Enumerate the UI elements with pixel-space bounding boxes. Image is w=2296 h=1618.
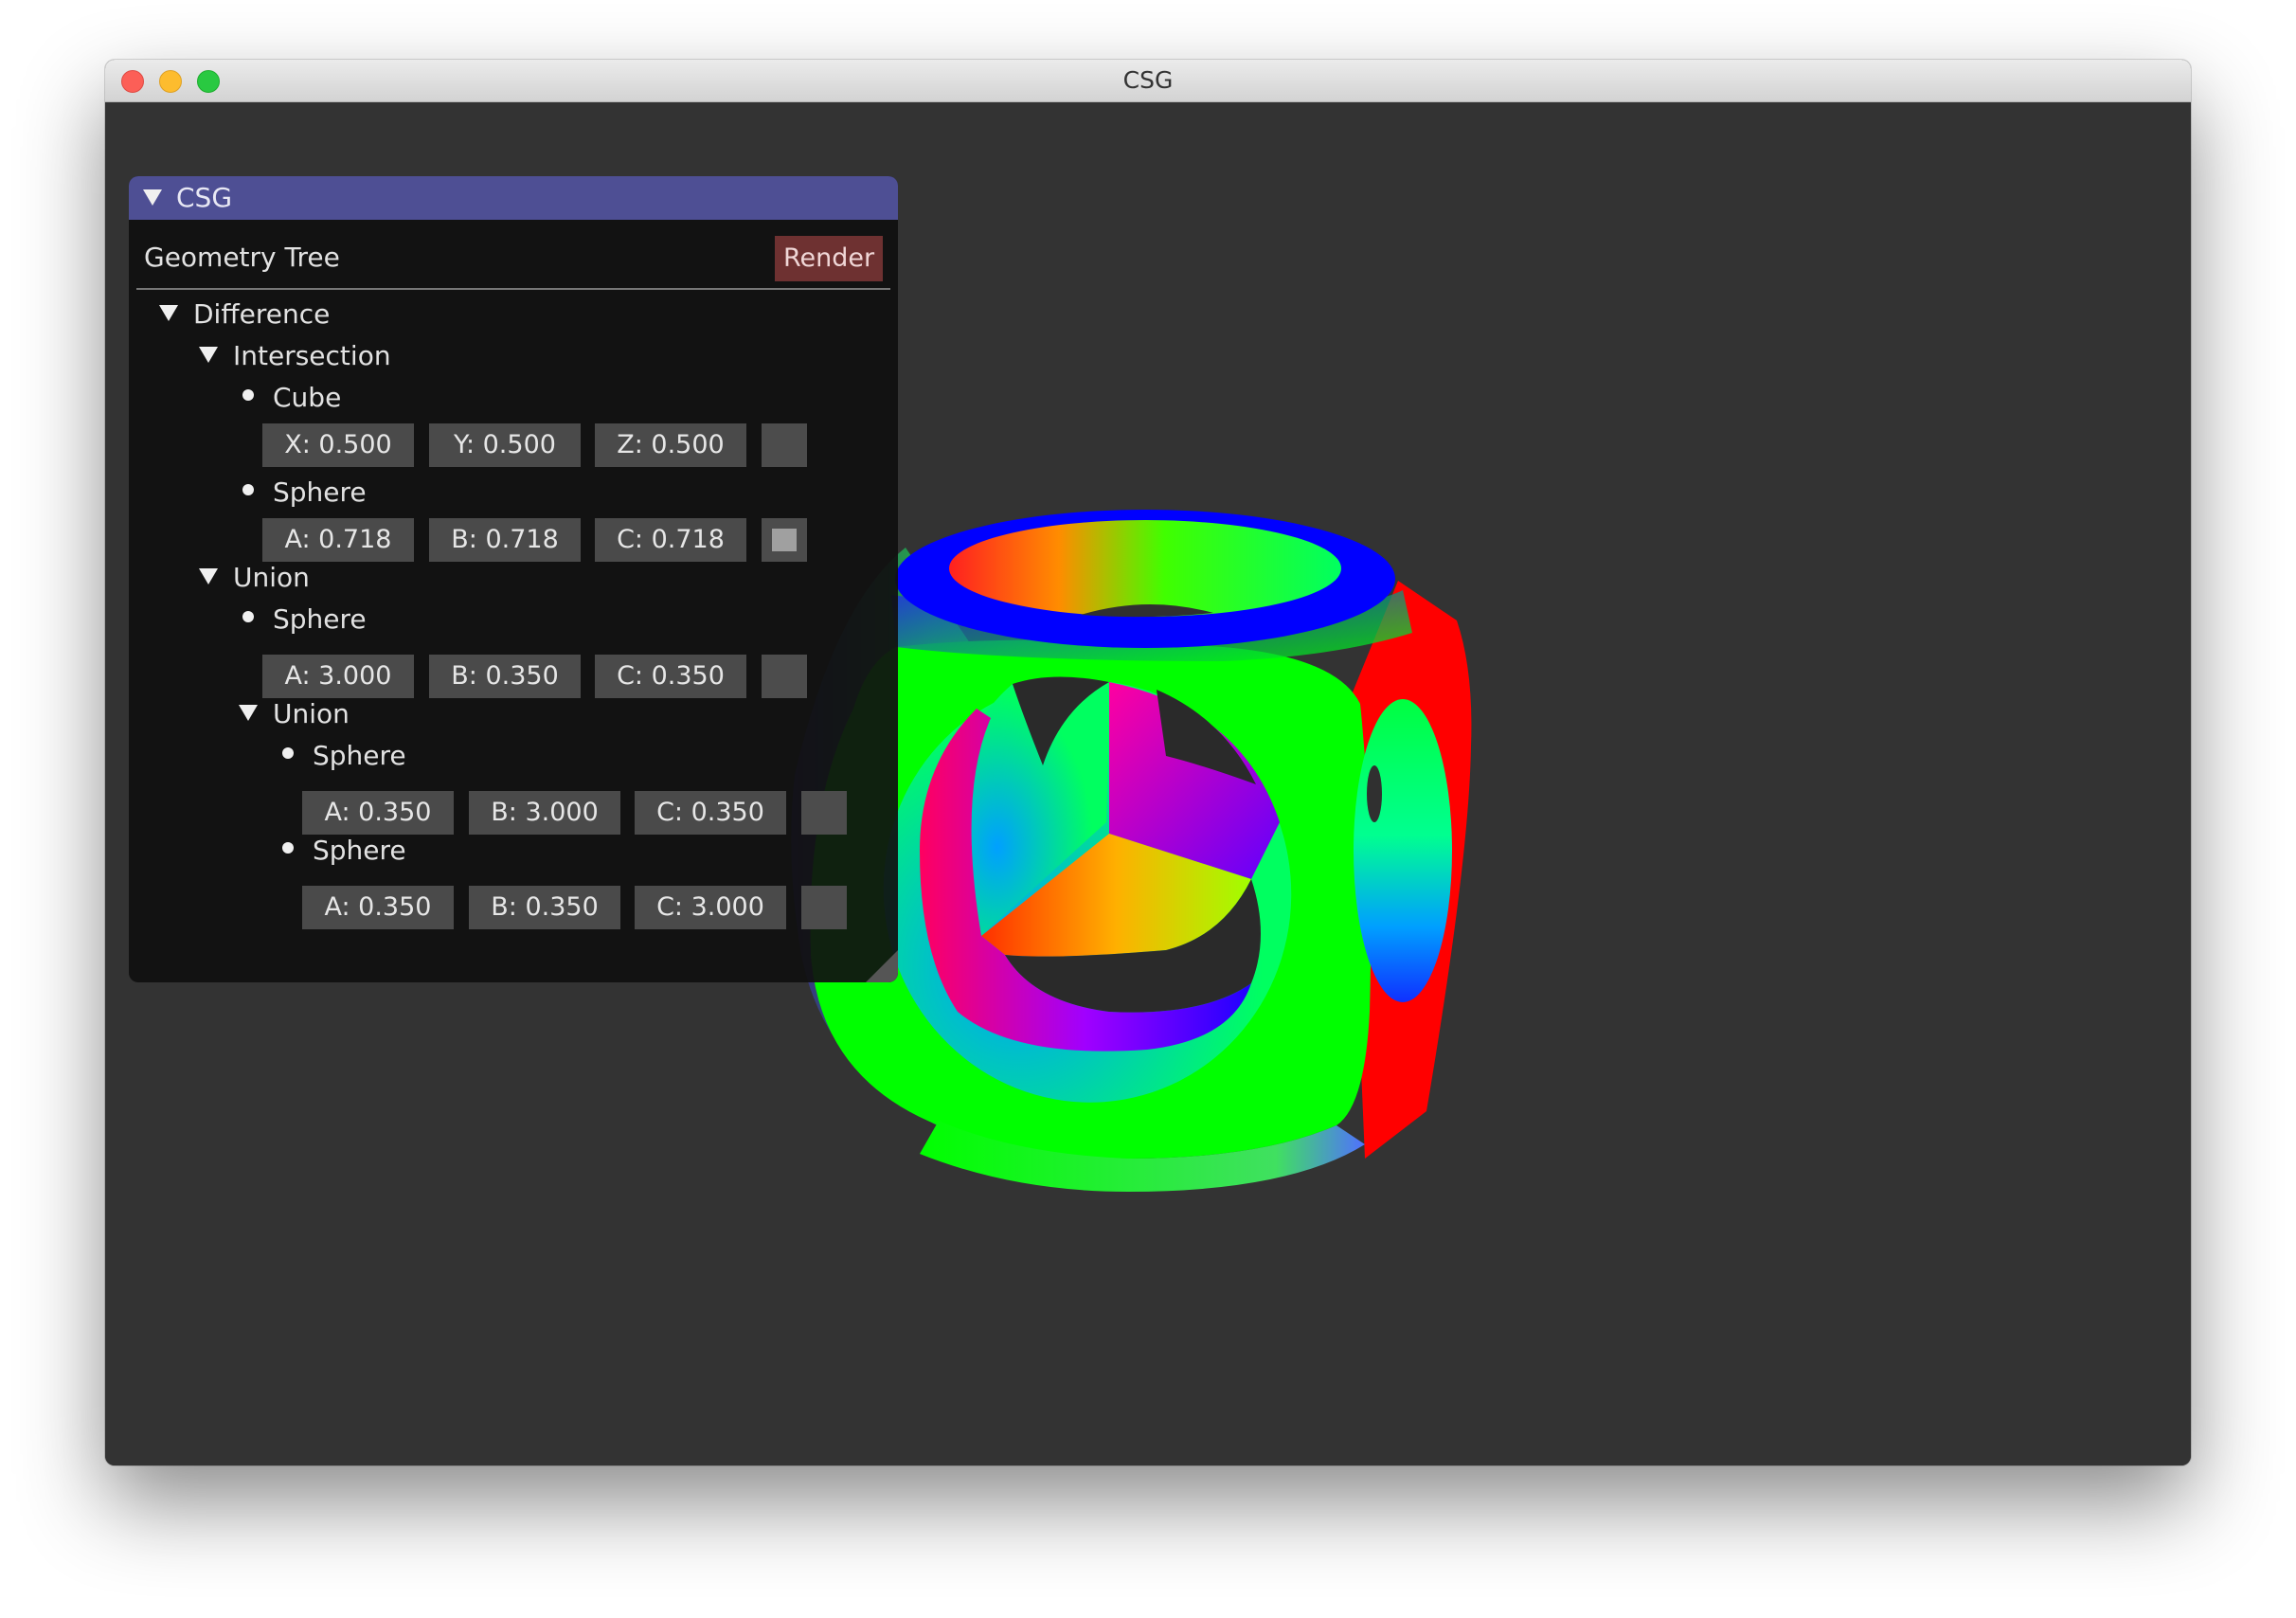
title-bar: CSG: [105, 60, 2191, 102]
sphere-b-field[interactable]: B: 3.000: [469, 791, 620, 835]
bullet-icon: [242, 611, 254, 622]
expand-arrow-icon[interactable]: [199, 347, 218, 363]
swatch-fill: [772, 529, 797, 551]
sphere-c-field[interactable]: C: 0.350: [595, 655, 746, 698]
bullet-icon: [282, 842, 294, 854]
expand-arrow-icon[interactable]: [199, 568, 218, 584]
panel-title: CSG: [176, 182, 233, 213]
app-window: CSG CSG Geometry Tree Render Difference …: [105, 60, 2191, 1465]
tree-node-label: Intersection: [233, 340, 391, 371]
sphere-color-swatch[interactable]: [762, 518, 807, 562]
cube-y-field[interactable]: Y: 0.500: [429, 423, 581, 467]
geometry-tree-heading: Geometry Tree: [144, 242, 340, 273]
expand-arrow-icon[interactable]: [159, 305, 178, 321]
bullet-icon: [242, 389, 254, 401]
tree-leaf-label: Sphere: [313, 835, 406, 866]
resize-grip[interactable]: [866, 950, 898, 982]
bullet-icon: [282, 747, 294, 759]
sphere-a-field[interactable]: A: 0.718: [262, 518, 414, 562]
render-viewport[interactable]: CSG Geometry Tree Render Difference Inte…: [105, 102, 2191, 1465]
cube-z-field[interactable]: Z: 0.500: [595, 423, 746, 467]
sphere-c-field[interactable]: C: 0.718: [595, 518, 746, 562]
cube-color-swatch[interactable]: [762, 423, 807, 467]
sphere-color-swatch[interactable]: [801, 791, 847, 835]
sphere-a-field[interactable]: A: 3.000: [262, 655, 414, 698]
separator: [136, 288, 890, 290]
window-title: CSG: [1122, 66, 1174, 94]
collapse-arrow-icon[interactable]: [143, 189, 162, 206]
tree-leaf-label: Sphere: [313, 740, 406, 771]
panel-header[interactable]: CSG: [129, 176, 898, 220]
sphere-a-field[interactable]: A: 0.350: [302, 791, 454, 835]
sphere-color-swatch[interactable]: [801, 886, 847, 929]
sphere-c-field[interactable]: C: 3.000: [635, 886, 786, 929]
sphere-c-field[interactable]: C: 0.350: [635, 791, 786, 835]
sphere-b-field[interactable]: B: 0.718: [429, 518, 581, 562]
tree-node-label: Difference: [193, 298, 331, 330]
tree-node-label: Union: [273, 698, 350, 729]
tree-leaf-label: Cube: [273, 382, 342, 413]
sphere-b-field[interactable]: B: 0.350: [469, 886, 620, 929]
render-button[interactable]: Render: [775, 236, 883, 281]
tree-leaf-label: Sphere: [273, 476, 367, 508]
sphere-b-field[interactable]: B: 0.350: [429, 655, 581, 698]
cube-x-field[interactable]: X: 0.500: [262, 423, 414, 467]
sphere-color-swatch[interactable]: [762, 655, 807, 698]
tree-node-label: Union: [233, 562, 310, 593]
tree-leaf-label: Sphere: [273, 603, 367, 635]
bullet-icon: [242, 484, 254, 495]
csg-tool-panel: CSG Geometry Tree Render Difference Inte…: [129, 176, 898, 982]
sphere-a-field[interactable]: A: 0.350: [302, 886, 454, 929]
expand-arrow-icon[interactable]: [239, 705, 258, 721]
